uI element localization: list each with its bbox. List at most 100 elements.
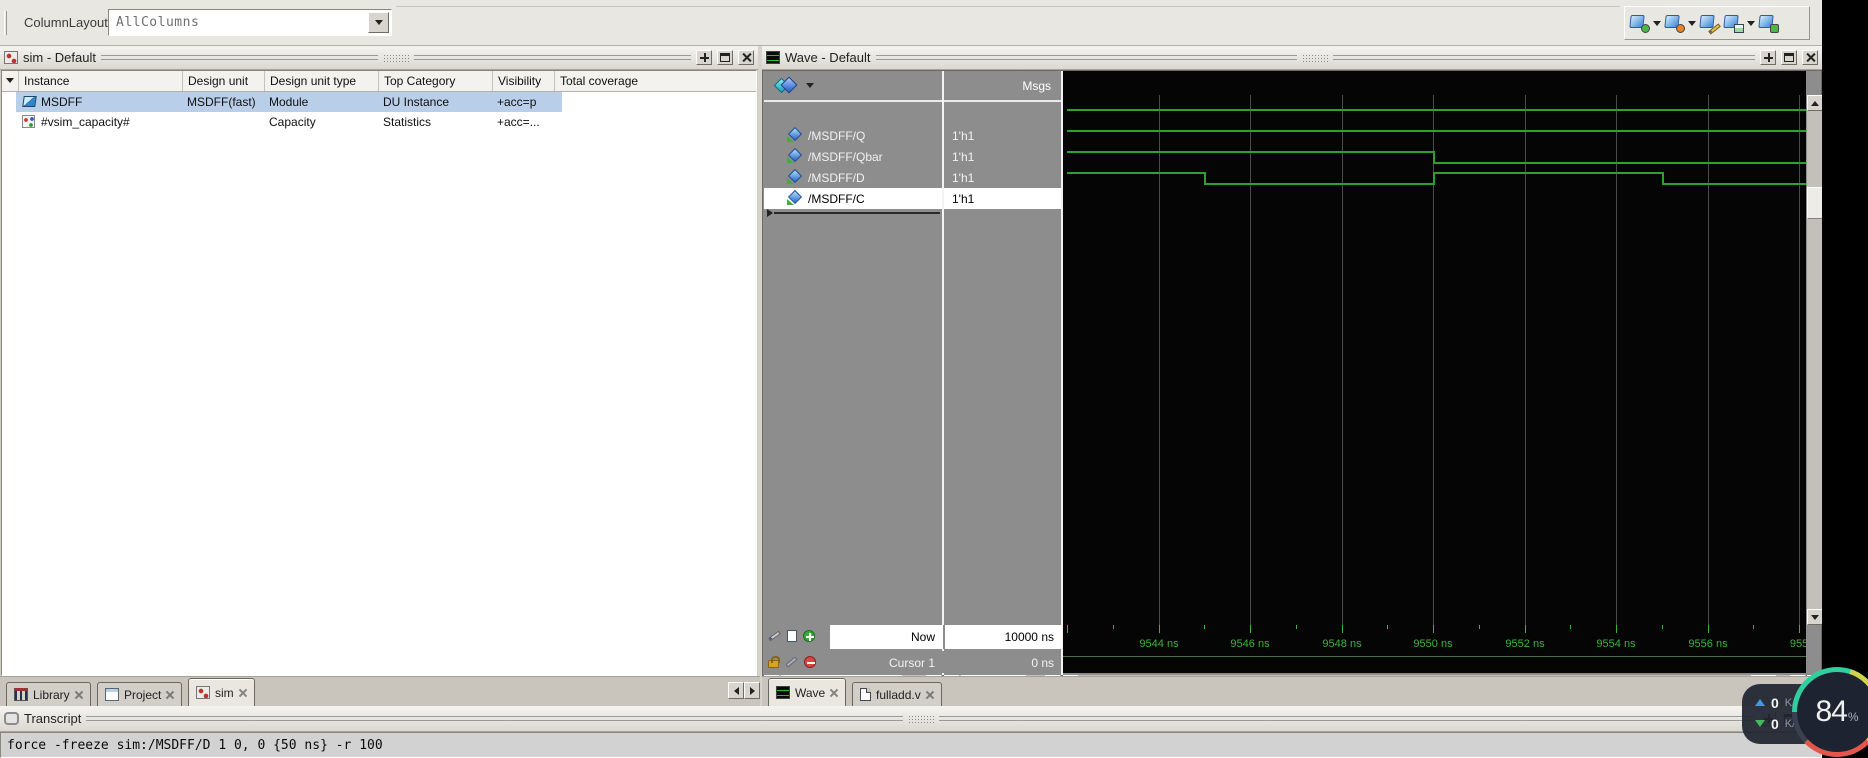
- tab-sim[interactable]: sim: [188, 678, 255, 706]
- titlebar-rule: [938, 716, 1755, 721]
- signal-value-row[interactable]: 1'h1: [944, 188, 1061, 209]
- now-label-cell: Now: [830, 625, 943, 649]
- signal-trace-high: [1067, 172, 1204, 174]
- sort-arrow-icon[interactable]: [6, 78, 14, 83]
- column-header-total-coverage[interactable]: Total coverage: [554, 71, 658, 91]
- timeline-tick: [1250, 625, 1251, 633]
- signal-leaf-icon: [786, 191, 802, 205]
- percent-value: 84: [1815, 695, 1847, 728]
- scroll-down-button[interactable]: [1807, 609, 1823, 625]
- column-layout-combobox[interactable]: AllColumns: [108, 9, 392, 36]
- tab-close-icon[interactable]: [75, 691, 83, 699]
- titlebar-rule: [100, 55, 378, 60]
- titlebar-grip-handle[interactable]: [907, 714, 934, 723]
- tab-scroll-left-button[interactable]: [728, 682, 744, 699]
- combobox-dropdown-button[interactable]: [368, 12, 389, 33]
- lock-icon[interactable]: [768, 656, 780, 668]
- close-button[interactable]: [1802, 50, 1818, 65]
- timeline-tick: [1342, 625, 1343, 633]
- tab-scroll-right-button[interactable]: [744, 682, 760, 699]
- signal-value-row[interactable]: 1'h1: [944, 167, 1061, 188]
- column-layout-value: AllColumns: [116, 15, 200, 30]
- signal-value-row[interactable]: 1'h1: [944, 125, 1061, 146]
- table-cell: DU Instance: [383, 95, 450, 109]
- signal-value-row[interactable]: 1'h1: [944, 146, 1061, 167]
- wrench-icon[interactable]: [785, 656, 798, 668]
- wave-content: Msgs/MSDFF/Q/MSDFF/Qbar/MSDFF/D/MSDFF/C 1…: [762, 70, 1823, 692]
- transcript-icon: [4, 712, 19, 725]
- timeline-label: 9548 ns: [1322, 638, 1362, 650]
- close-button[interactable]: [738, 50, 754, 65]
- timeline-label: 9556 ns: [1688, 638, 1728, 650]
- undock-button[interactable]: [1781, 50, 1797, 65]
- coverage-reload-icon[interactable]: [1664, 13, 1685, 33]
- view-mode-icon[interactable]: [787, 630, 797, 642]
- header-underline: [764, 100, 1061, 102]
- titlebar-grip-handle[interactable]: [382, 53, 409, 62]
- timeline-tick: [1570, 625, 1571, 629]
- signal-name-row[interactable]: /MSDFF/C: [764, 188, 942, 209]
- column-header-visibility[interactable]: Visibility: [492, 71, 554, 91]
- tab-close-icon[interactable]: [926, 691, 934, 699]
- timeline-tick: [1799, 625, 1800, 633]
- waveform-gridline: [1799, 95, 1800, 625]
- add-icon[interactable]: [803, 630, 815, 642]
- coverage-edit-icon[interactable]: [1699, 13, 1721, 35]
- waveform-canvas[interactable]: [1063, 71, 1806, 625]
- signal-name-row[interactable]: /MSDFF/D: [764, 167, 942, 188]
- wave-vertical-scrollbar[interactable]: [1807, 95, 1823, 625]
- tab-close-icon[interactable]: [166, 691, 174, 699]
- table-cell: Capacity: [269, 115, 316, 129]
- coverage-export-icon[interactable]: [1723, 13, 1744, 33]
- sim-panel-titlebar[interactable]: sim - Default: [0, 46, 758, 70]
- signal-trace-low: [1204, 183, 1433, 185]
- table-row[interactable]: MSDFF MSDFF(fast) Module DU Instance +acc=p: [2, 92, 756, 112]
- chevron-down-icon[interactable]: [1747, 20, 1755, 26]
- wave-panel-titlebar[interactable]: Wave - Default: [762, 46, 1822, 70]
- signal-name-row[interactable]: /MSDFF/Q: [764, 125, 942, 146]
- chevron-down-icon[interactable]: [806, 83, 814, 88]
- project-icon: [105, 688, 119, 701]
- scrollbar-track[interactable]: [1807, 95, 1823, 625]
- tab-library[interactable]: Library: [6, 682, 91, 706]
- expand-button[interactable]: [696, 50, 712, 65]
- timeline-tick: [1662, 625, 1663, 629]
- tab-close-icon[interactable]: [239, 689, 247, 697]
- signal-value: 1'h1: [952, 192, 975, 206]
- table-body: MSDFF MSDFF(fast) Module DU Instance +acc=p #…: [2, 92, 756, 675]
- expand-button[interactable]: [1760, 50, 1776, 65]
- timeline-tick: [1479, 625, 1480, 629]
- tab-fulladd[interactable]: fulladd.v: [852, 682, 942, 706]
- tab-wave[interactable]: Wave: [768, 678, 847, 706]
- toolbar-grip[interactable]: [4, 11, 7, 35]
- timeline-axis[interactable]: 9544 ns 9546 ns 9548 ns 9550 ns 9552 ns 9554 …: [1063, 625, 1806, 673]
- transcript-command-line[interactable]: force -freeze sim:/MSDFF/D 1 0, 0 {50 ns…: [0, 732, 1822, 758]
- titlebar-rule: [1333, 55, 1755, 60]
- tab-project[interactable]: Project: [97, 682, 183, 706]
- remove-cursor-icon[interactable]: [804, 656, 816, 668]
- coverage-save-icon[interactable]: [1629, 13, 1650, 33]
- column-header-instance[interactable]: Instance: [18, 71, 182, 91]
- signal-filter-icon[interactable]: [774, 77, 800, 93]
- signal-name-row[interactable]: /MSDFF/Qbar: [764, 146, 942, 167]
- signal-leaf-icon: [786, 128, 802, 142]
- edit-mode-icon[interactable]: [768, 630, 781, 642]
- tab-close-icon[interactable]: [830, 689, 838, 697]
- column-header-top-category[interactable]: Top Category: [378, 71, 492, 91]
- titlebar-grip-handle[interactable]: [1302, 53, 1329, 62]
- transcript-title: Transcript: [24, 711, 82, 726]
- column-header-design-unit-type[interactable]: Design unit type: [264, 71, 378, 91]
- undock-button[interactable]: [717, 50, 733, 65]
- transcript-titlebar[interactable]: Transcript: [0, 706, 1822, 732]
- chevron-down-icon[interactable]: [1653, 20, 1661, 26]
- table-row[interactable]: #vsim_capacity# Capacity Statistics +acc=..…: [2, 112, 756, 132]
- percent-sign: %: [1847, 710, 1859, 724]
- timeline-tick: [1204, 625, 1205, 629]
- coverage-merge-icon[interactable]: [1758, 13, 1779, 33]
- scrollbar-thumb[interactable]: [1807, 187, 1823, 219]
- scroll-up-button[interactable]: [1807, 95, 1823, 111]
- arrow-up-icon: [1811, 100, 1819, 106]
- chevron-down-icon[interactable]: [1688, 20, 1696, 26]
- column-header-design-unit[interactable]: Design unit: [182, 71, 264, 91]
- cursor-row[interactable]: Cursor 1 0 ns: [764, 651, 1061, 673]
